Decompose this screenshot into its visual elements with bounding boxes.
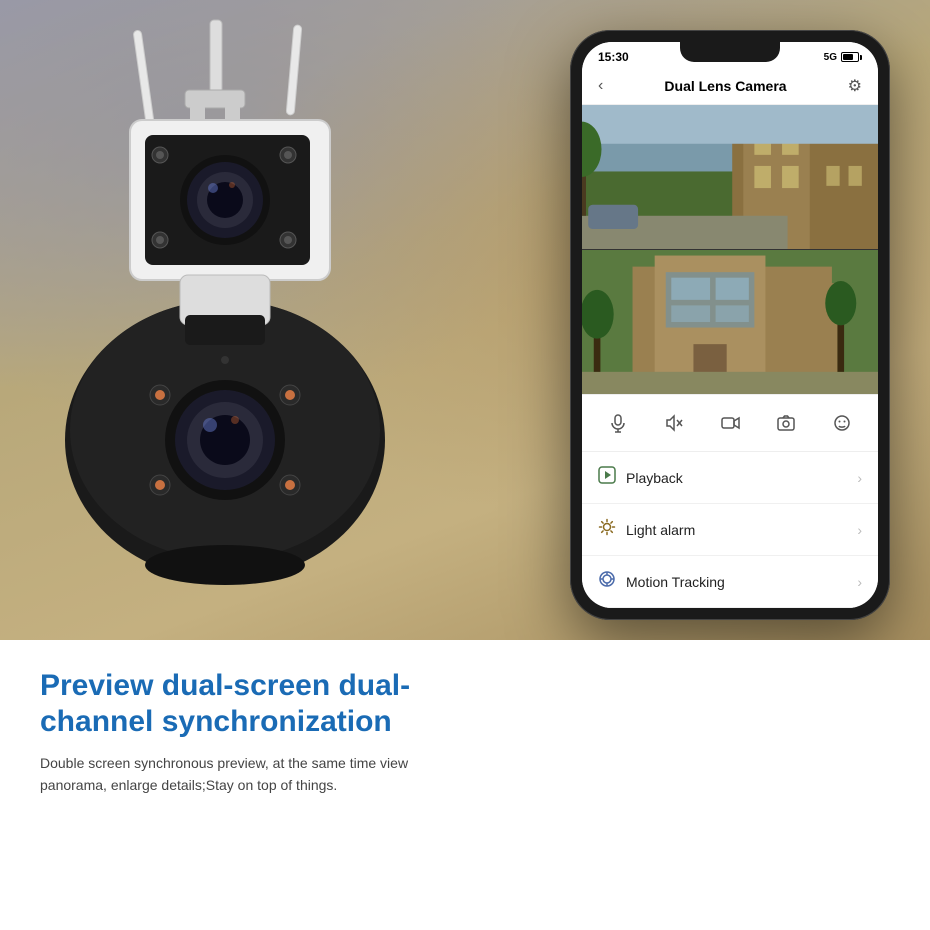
face-button[interactable] (824, 405, 860, 441)
back-icon[interactable]: ‹ (598, 77, 603, 95)
playback-menu-item[interactable]: Playback › (582, 452, 878, 504)
snapshot-button[interactable] (768, 405, 804, 441)
playback-arrow: › (857, 470, 862, 486)
light-alarm-menu-item[interactable]: Light alarm › (582, 504, 878, 556)
light-alarm-label: Light alarm (626, 522, 695, 538)
phone-mockup: 15:30 5G ‹ Dual L (570, 30, 890, 620)
text-content: Preview dual-screen dual-channel synchro… (40, 668, 470, 797)
camera-feeds (582, 105, 878, 394)
camera-feed-top (582, 105, 878, 250)
playback-left: Playback (598, 466, 683, 489)
status-right: 5G (824, 52, 862, 63)
battery-icon (841, 52, 862, 62)
motion-tracking-menu-item[interactable]: Motion Tracking › (582, 556, 878, 608)
camera-title: Dual Lens Camera (664, 78, 786, 94)
top-section: 15:30 5G ‹ Dual L (0, 0, 930, 640)
motion-tracking-arrow: › (857, 574, 862, 590)
network-label: 5G (824, 52, 837, 63)
camera-feed-bottom (582, 250, 878, 394)
playback-label: Playback (626, 470, 683, 486)
motion-tracking-icon (598, 570, 616, 593)
settings-icon[interactable]: ⚙ (848, 76, 862, 96)
description-text: Double screen synchronous preview, at th… (40, 752, 470, 797)
motion-tracking-left: Motion Tracking (598, 570, 725, 593)
camera-product-image (30, 10, 440, 625)
record-button[interactable] (712, 405, 748, 441)
motion-tracking-label: Motion Tracking (626, 574, 725, 590)
main-headline: Preview dual-screen dual-channel synchro… (40, 668, 470, 740)
menu-items: Playback › (582, 452, 878, 608)
light-alarm-arrow: › (857, 522, 862, 538)
phone-notch (680, 42, 780, 62)
status-time: 15:30 (598, 50, 629, 64)
phone-header: ‹ Dual Lens Camera ⚙ (582, 68, 878, 105)
light-alarm-icon (598, 518, 616, 541)
control-bar (582, 394, 878, 452)
playback-icon (598, 466, 616, 489)
phone-inner: 15:30 5G ‹ Dual L (582, 42, 878, 608)
microphone-button[interactable] (600, 405, 636, 441)
light-alarm-left: Light alarm (598, 518, 695, 541)
main-container: 15:30 5G ‹ Dual L (0, 0, 930, 930)
mute-button[interactable] (656, 405, 692, 441)
bottom-section: Preview dual-screen dual-channel synchro… (0, 640, 930, 930)
